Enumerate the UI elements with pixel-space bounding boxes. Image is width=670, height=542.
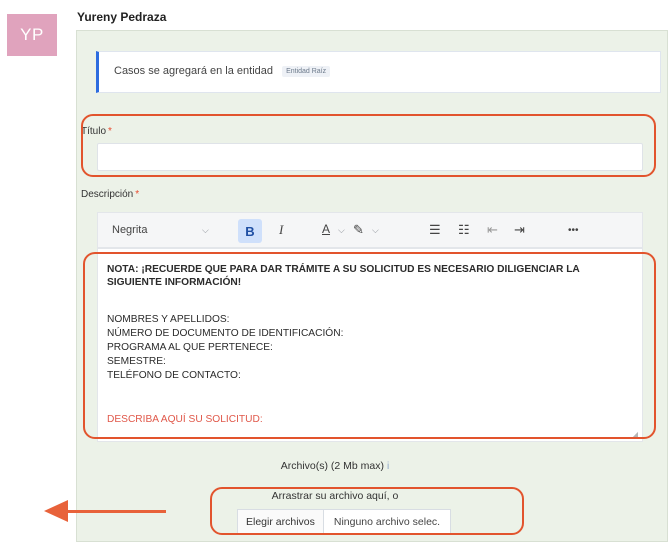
numbered-list-icon[interactable]: ☷ — [458, 222, 470, 238]
font-color-icon[interactable]: A — [322, 222, 330, 236]
indent-icon[interactable]: ⇥ — [514, 222, 525, 238]
bullet-list-icon[interactable]: ☰ — [429, 222, 441, 238]
editor-note: NOTA: ¡RECUERDE QUE PARA DAR TRÁMITE A S… — [107, 264, 580, 288]
bold-button[interactable]: B — [238, 219, 262, 243]
entity-text: Casos se agregará en la entidad — [114, 65, 273, 77]
editor-field-line: NÚMERO DE DOCUMENTO DE IDENTIFICACIÓN: — [107, 328, 344, 339]
info-icon[interactable]: i — [387, 461, 389, 472]
description-label-text: Descripción — [81, 189, 134, 200]
outdent-icon[interactable]: ⇤ — [487, 222, 498, 238]
user-name: Yureny Pedraza — [77, 10, 167, 24]
chevron-down-icon[interactable]: ⌵ — [338, 225, 345, 236]
annotation-arrow — [66, 510, 166, 513]
highlight-icon[interactable]: ✎ — [353, 222, 364, 238]
attachments-label-text: Archivo(s) (2 Mb max) — [280, 460, 385, 472]
annotation-arrow-head — [44, 500, 68, 522]
title-required-mark: * — [108, 126, 112, 137]
editor-request-line: DESCRIBA AQUÍ SU SOLICITUD: — [107, 414, 263, 425]
file-status-text: Ninguno archivo selec. — [333, 516, 441, 528]
more-icon[interactable]: ••• — [568, 225, 579, 236]
title-label: Título * — [81, 126, 112, 137]
editor-field-line: SEMESTRE: — [107, 356, 166, 367]
editor-field-line: NOMBRES Y APELLIDOS: — [107, 314, 230, 325]
description-label: Descripción * — [81, 189, 139, 200]
editor-field-line: TELÉFONO DE CONTACTO: — [107, 370, 241, 381]
description-editor[interactable]: NOTA: ¡RECUERDE QUE PARA DAR TRÁMITE A S… — [97, 248, 643, 442]
avatar-initials: YP — [20, 25, 44, 44]
attachments-label: Archivo(s) (2 Mb max) i — [0, 460, 670, 472]
entity-info-box: Casos se agregará en la entidad Entidad … — [96, 51, 661, 93]
title-label-text: Título — [81, 126, 107, 137]
chevron-down-icon[interactable]: ⌵ — [372, 225, 379, 236]
choose-files-button[interactable]: Elegir archivos — [238, 510, 324, 534]
entity-badge: Entidad Raíz — [282, 66, 331, 77]
editor-fields: NOMBRES Y APELLIDOS: NÚMERO DE DOCUMENTO… — [107, 313, 343, 383]
italic-button[interactable]: I — [279, 222, 283, 238]
entity-info-text: Casos se agregará en la entidad Entidad … — [114, 65, 331, 77]
title-input[interactable] — [97, 143, 643, 171]
style-select[interactable]: Negrita — [112, 224, 147, 236]
description-required-mark: * — [135, 189, 140, 200]
resize-handle-icon[interactable]: ◢ — [632, 430, 638, 439]
chevron-down-icon[interactable]: ⌵ — [202, 225, 209, 236]
editor-field-line: PROGRAMA AL QUE PERTENECE: — [107, 342, 273, 353]
file-input[interactable]: Elegir archivos Ninguno archivo selec. — [237, 509, 452, 535]
drag-drop-text: Arrastrar su archivo aquí, o — [271, 490, 399, 502]
avatar: YP — [7, 14, 57, 56]
editor-toolbar: Negrita ⌵ B I A ⌵ ✎ ⌵ ☰ ☷ ⇤ ⇥ ••• — [97, 212, 643, 248]
